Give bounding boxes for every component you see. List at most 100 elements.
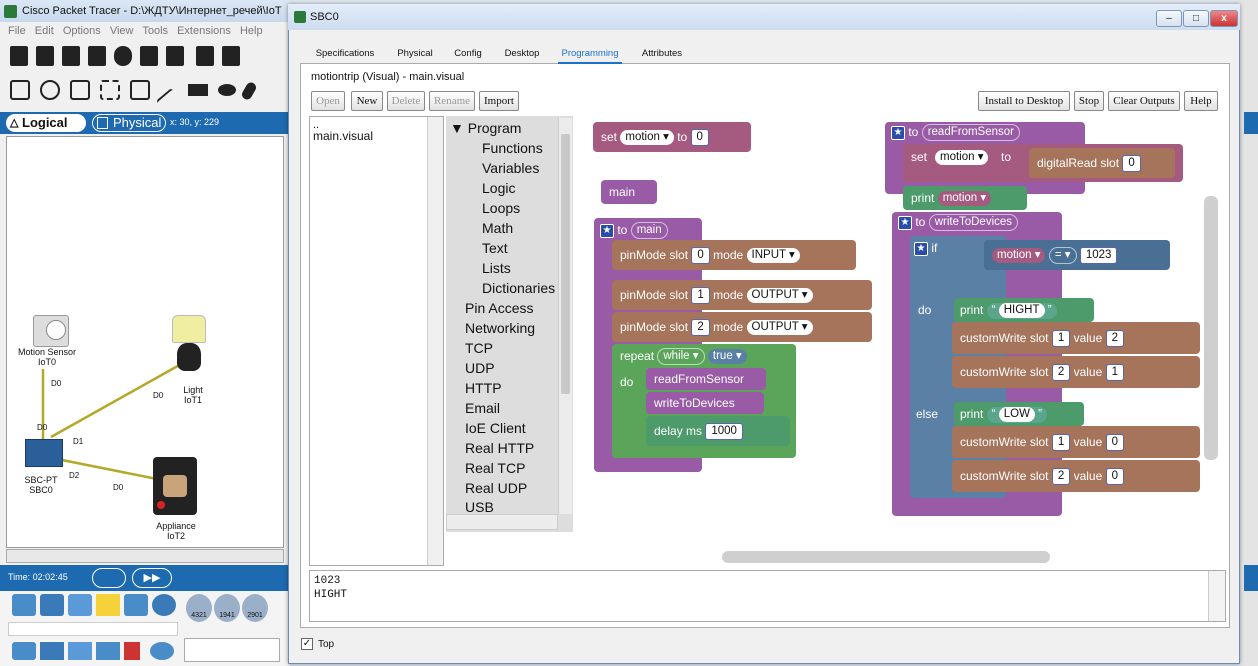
compare-block[interactable]: motion ▾ = ▾ 1023 — [984, 240, 1170, 270]
note-icon[interactable] — [130, 80, 150, 100]
rename-button[interactable]: Rename — [429, 91, 475, 111]
menu-file[interactable]: File — [8, 25, 26, 37]
import-button[interactable]: Import — [479, 91, 519, 111]
operator-dropdown[interactable]: = ▾ — [1048, 247, 1077, 265]
paste-icon[interactable] — [222, 46, 240, 66]
device-list-scroll[interactable] — [184, 638, 280, 662]
slot-number[interactable]: 1 — [691, 287, 710, 305]
link-sbc-light[interactable] — [50, 361, 184, 439]
resize-icon[interactable] — [100, 80, 120, 100]
slot-number[interactable]: 2 — [1051, 364, 1071, 382]
tab-physical[interactable]: Physical — [392, 46, 438, 64]
compare-var-dropdown[interactable]: motion ▾ — [992, 248, 1046, 264]
customwrite-4-block[interactable]: customWrite slot 2 value 0 — [952, 460, 1200, 492]
star-icon[interactable]: ★ — [600, 223, 614, 238]
security-category-icon[interactable] — [124, 642, 140, 660]
logical-workspace[interactable]: Motion Sensor IoT0 D0 D0 Light IoT1 D0 D1 … — [6, 136, 284, 548]
set-motion-block[interactable]: set motion ▾ to 0 — [593, 122, 751, 152]
ellipse-icon[interactable] — [218, 84, 236, 96]
file-item-main[interactable]: main.visual — [313, 129, 373, 143]
info-icon[interactable] — [114, 46, 132, 66]
output-console[interactable]: 1023 HIGHT — [309, 570, 1226, 622]
open-folder-icon[interactable] — [36, 46, 54, 66]
delay-number[interactable]: 1000 — [705, 423, 743, 441]
multiuser-icon[interactable] — [152, 594, 176, 616]
print-motion-block[interactable]: print motion ▾ — [903, 186, 1027, 210]
mode-dropdown[interactable]: OUTPUT ▾ — [746, 288, 813, 304]
toolbox-logic[interactable]: Logic — [482, 180, 515, 196]
toolbox-http[interactable]: HTTP — [465, 380, 502, 396]
delete-icon[interactable] — [70, 80, 90, 100]
var-dropdown[interactable]: motion ▾ — [935, 150, 989, 165]
router-4321-icon[interactable]: 4321 — [186, 594, 212, 622]
slot-number[interactable]: 1 — [1051, 434, 1071, 452]
components-icon[interactable] — [68, 594, 92, 616]
main-name-field[interactable]: main — [630, 222, 668, 240]
reset-time-icon[interactable] — [92, 568, 126, 588]
slot-number[interactable]: 0 — [1122, 155, 1141, 173]
sbc-board-icon[interactable] — [25, 439, 63, 467]
lamp-base-icon[interactable] — [177, 343, 201, 371]
star-icon[interactable]: ★ — [898, 215, 912, 230]
toolbox-usb[interactable]: USB — [465, 499, 494, 513]
true-dropdown[interactable]: true ▾ — [707, 349, 747, 365]
digitalread-block[interactable]: digitalRead slot 0 — [1029, 148, 1175, 178]
toolbox-text[interactable]: Text — [482, 240, 508, 256]
menu-tools[interactable]: Tools — [142, 25, 168, 37]
toolbox-vscroll[interactable] — [558, 118, 572, 514]
toolbox-udp[interactable]: UDP — [465, 360, 495, 376]
mode-dropdown[interactable]: INPUT ▾ — [746, 248, 800, 264]
toolbox-pin-access[interactable]: Pin Access — [465, 300, 533, 316]
toolbox-vscroll-thumb[interactable] — [561, 134, 570, 394]
tab-config[interactable]: Config — [450, 46, 486, 64]
rectangle-icon[interactable] — [188, 84, 208, 96]
delay-block[interactable]: delay ms 1000 — [646, 416, 790, 446]
top-checkbox[interactable]: ✓ — [301, 638, 313, 650]
value-number[interactable]: 2 — [1105, 330, 1125, 348]
toolbox-program[interactable]: ▼ Program — [450, 120, 521, 136]
logical-workspace-tab[interactable]: △ Logical — [6, 114, 86, 132]
clear-outputs-button[interactable]: Clear Outputs — [1108, 91, 1180, 111]
tab-desktop[interactable]: Desktop — [500, 46, 544, 64]
pinmode-1-block[interactable]: pinMode slot 1 mode OUTPUT ▾ — [612, 280, 872, 310]
write-name-field[interactable]: writeToDevices — [928, 214, 1019, 232]
copy-icon[interactable] — [196, 46, 214, 66]
blockly-workspace[interactable]: set motion ▾ to 0 main ★ to main pinMode… — [574, 116, 1220, 566]
toolbox-tcp[interactable]: TCP — [465, 340, 493, 356]
switch-category-icon[interactable] — [40, 642, 64, 660]
toolbox-dictionaries[interactable]: Dictionaries — [482, 280, 555, 296]
new-button[interactable]: New — [351, 91, 383, 111]
tab-attributes[interactable]: Attributes — [636, 46, 688, 64]
toolbox-math[interactable]: Math — [482, 220, 513, 236]
star-icon[interactable]: ★ — [891, 125, 905, 140]
tab-specifications[interactable]: Specifications — [308, 46, 382, 64]
hub-category-icon[interactable] — [68, 642, 92, 660]
toolbox-hscroll[interactable] — [446, 514, 558, 530]
open-button[interactable]: Open — [311, 91, 345, 111]
string-field[interactable]: LOW — [998, 407, 1035, 423]
wizard-icon[interactable] — [140, 46, 158, 66]
pinmode-2-block[interactable]: pinMode slot 2 mode OUTPUT ▾ — [612, 312, 872, 342]
customwrite-3-block[interactable]: customWrite slot 1 value 0 — [952, 426, 1200, 458]
toolbox-real-tcp[interactable]: Real TCP — [465, 460, 525, 476]
misc-icon[interactable] — [124, 594, 148, 616]
workspace-vscroll[interactable] — [1204, 196, 1218, 460]
toolbox-functions[interactable]: Functions — [482, 140, 543, 156]
value-number[interactable]: 0 — [1105, 434, 1125, 452]
delete-button[interactable]: Delete — [387, 91, 425, 111]
router-category-icon[interactable] — [12, 642, 36, 660]
maximize-button[interactable]: □ — [1183, 10, 1209, 27]
install-to-desktop-button[interactable]: Install to Desktop — [978, 91, 1070, 111]
network-info-icon[interactable] — [166, 46, 184, 66]
router-1941-icon[interactable]: 1941 — [214, 594, 240, 622]
coffee-maker-icon[interactable] — [153, 457, 197, 515]
stop-button[interactable]: Stop — [1074, 91, 1104, 111]
call-main-block[interactable]: main — [601, 180, 657, 204]
close-button[interactable]: x — [1210, 10, 1238, 27]
customwrite-1-block[interactable]: customWrite slot 1 value 2 — [952, 322, 1200, 354]
tab-programming[interactable]: Programming — [558, 46, 622, 64]
lamp-shade-icon[interactable] — [172, 315, 206, 343]
slot-number[interactable]: 2 — [691, 319, 710, 337]
print-hight-block[interactable]: print “ HIGHT ” — [954, 298, 1094, 322]
toolbox-email[interactable]: Email — [465, 400, 500, 416]
